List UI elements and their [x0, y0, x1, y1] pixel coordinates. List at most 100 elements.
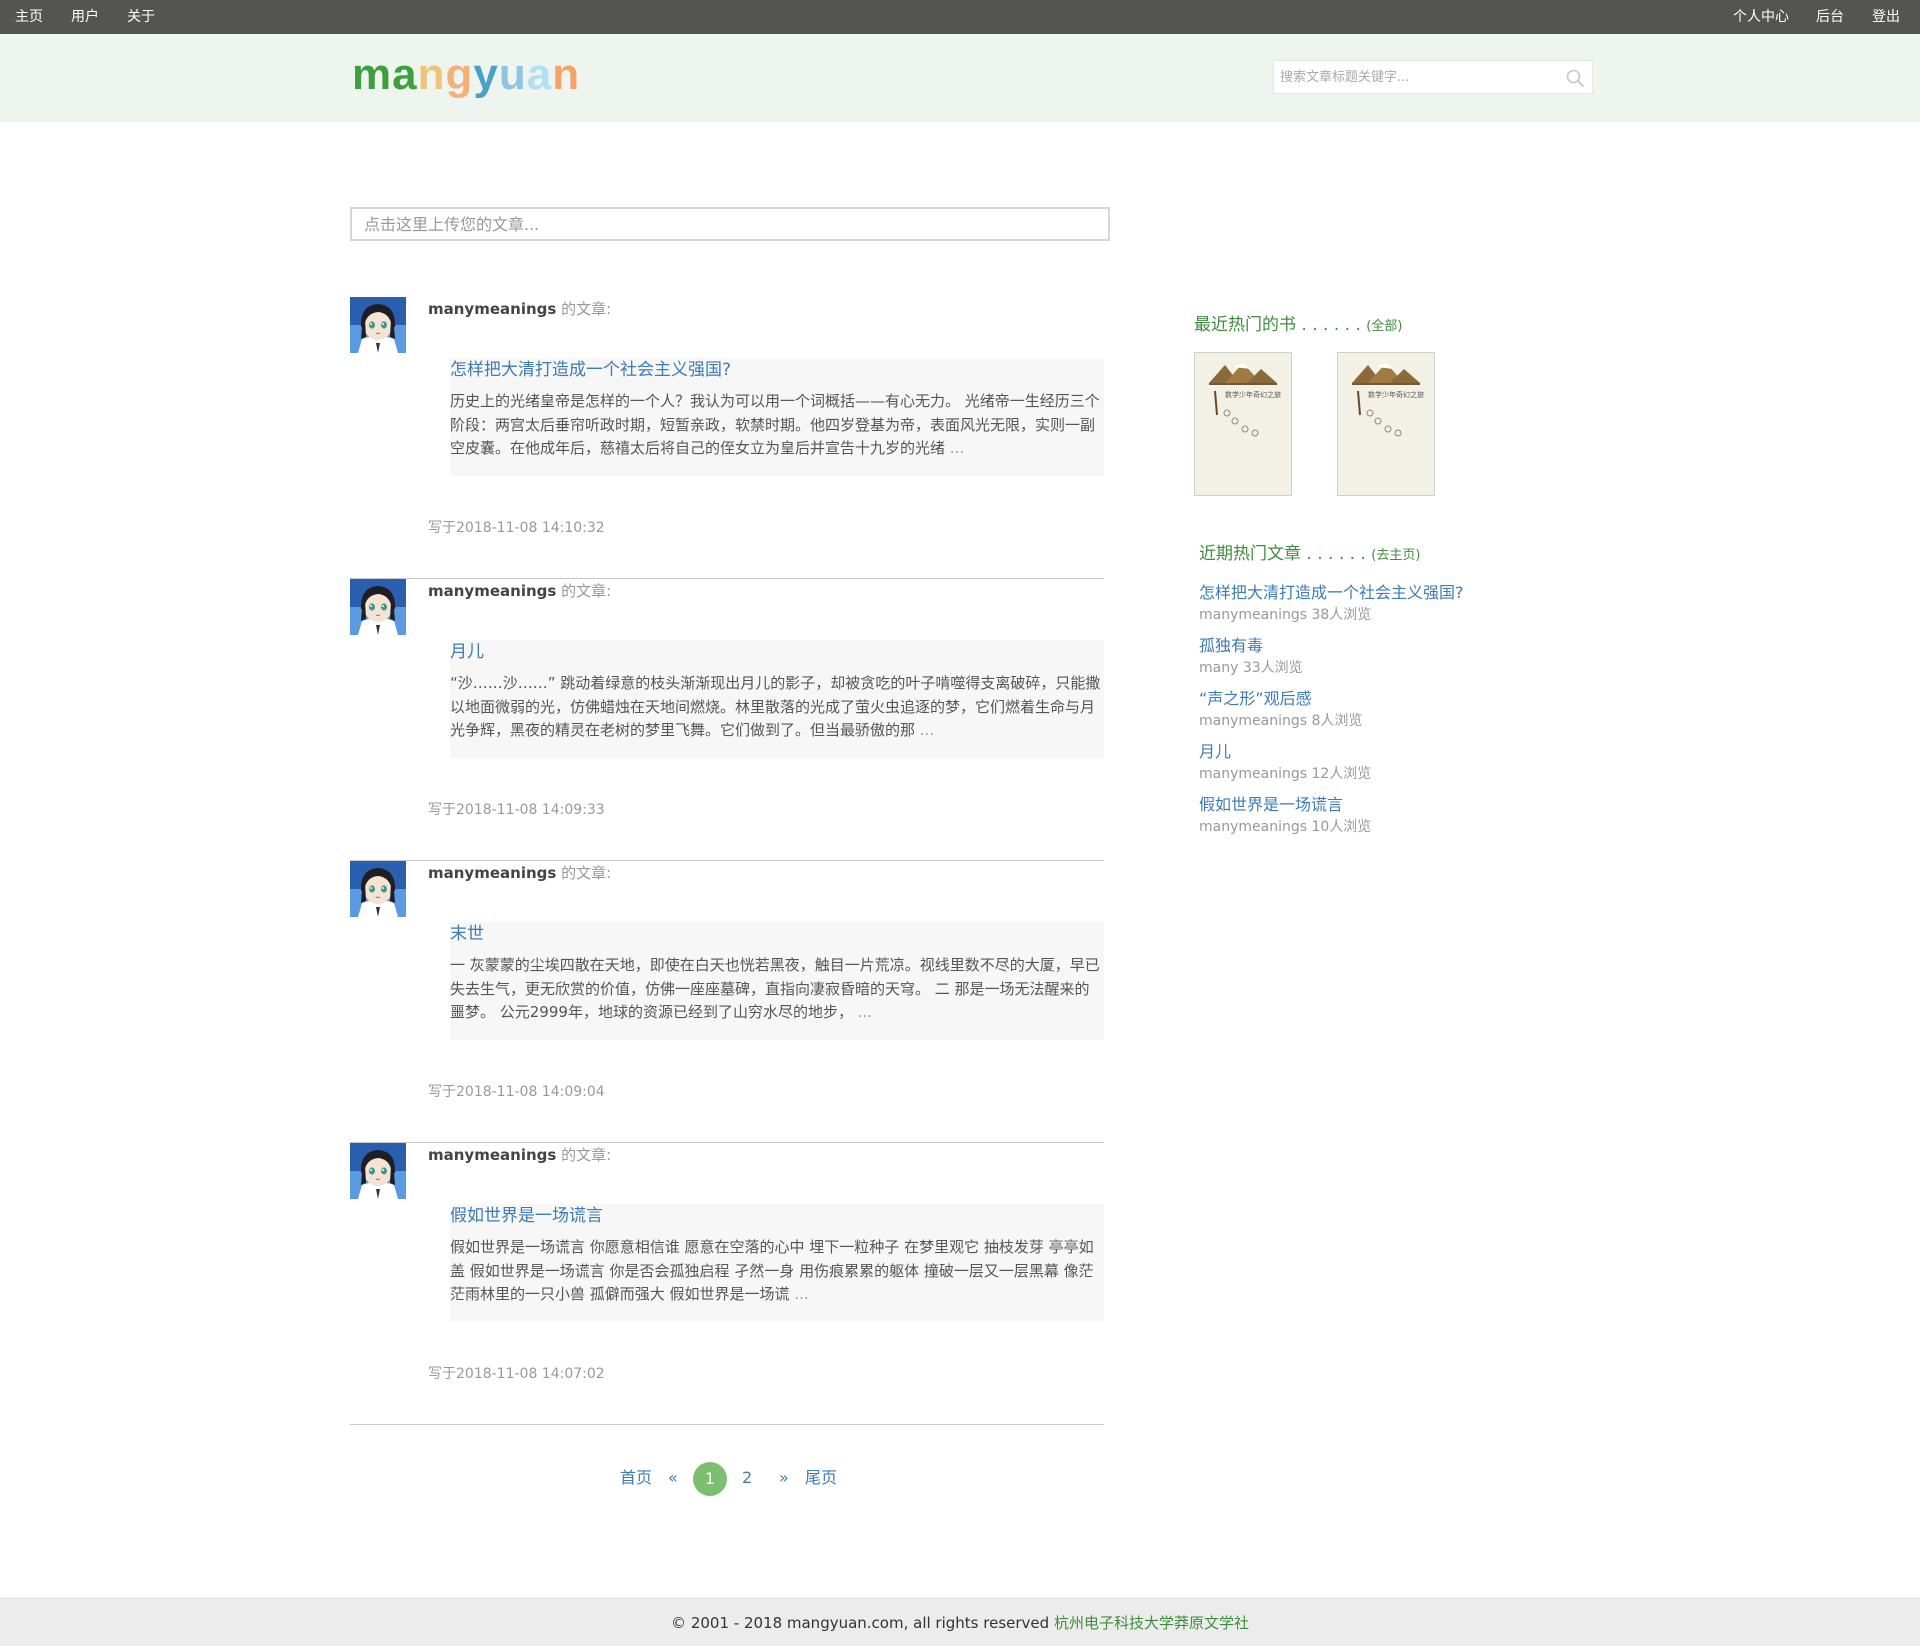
author-suffix: 的文章: — [561, 864, 612, 882]
search-box — [1273, 60, 1593, 94]
read-more-ellipsis: ... — [915, 721, 935, 739]
avatar-image — [350, 861, 406, 917]
hot-article-title[interactable]: 怎样把大清打造成一个社会主义强国? — [1199, 583, 1464, 603]
post-timestamp: 写于2018-11-08 14:09:33 — [428, 802, 605, 818]
author-line: manymeanings 的文章: — [428, 863, 611, 883]
article-item: manymeanings 的文章: 末世 一 灰蒙蒙的尘埃四散在天地，即使在白天… — [350, 861, 1104, 1143]
article-excerpt-box: 假如世界是一场谎言 假如世界是一场谎言 你愿意相信谁 愿意在空落的心中 埋下一粒… — [450, 1204, 1104, 1322]
article-title-link[interactable]: 怎样把大清打造成一个社会主义强国? — [450, 358, 731, 382]
hot-article-title[interactable]: 月儿 — [1199, 742, 1231, 762]
book-cover[interactable]: 数学少年奇幻之旅 — [1337, 352, 1435, 496]
logo-letter: a — [392, 50, 418, 99]
avatar[interactable] — [350, 297, 406, 353]
hot-article-title[interactable]: 孤独有毒 — [1199, 636, 1263, 656]
avatar[interactable] — [350, 1143, 406, 1199]
nav-profile-link[interactable]: 个人中心 — [1733, 0, 1789, 34]
article-excerpt-box: 末世 一 灰蒙蒙的尘埃四散在天地，即使在白天也恍若黑夜，触目一片荒凉。视线里数不… — [450, 922, 1104, 1040]
article-excerpt-text: “沙……沙……” 跳动着绿意的枝头渐渐现出月儿的影子，却被贪吃的叶子啃噬得支离破… — [450, 674, 1101, 739]
hot-article-meta: manymeanings 8人浏览 — [1199, 713, 1363, 729]
book-cover-title: 数学少年奇幻之旅 — [1368, 390, 1424, 399]
book-cover-title: 数学少年奇幻之旅 — [1225, 390, 1281, 399]
nav-logout-link[interactable]: 登出 — [1872, 0, 1900, 34]
author-suffix: 的文章: — [561, 300, 612, 318]
post-timestamp: 写于2018-11-08 14:10:32 — [428, 520, 605, 536]
upload-article-input[interactable] — [350, 207, 1110, 241]
read-more-ellipsis: ... — [945, 439, 965, 457]
nav-admin-link[interactable]: 后台 — [1816, 0, 1844, 34]
hot-books-heading: 最近热门的书 . . . . . . (全部) — [1194, 314, 1402, 338]
logo-letter: m — [352, 50, 393, 99]
author-line: manymeanings 的文章: — [428, 299, 611, 319]
footer-org-name: 杭州电子科技大学莽原文学社 — [1053, 1614, 1249, 1632]
footer-copyright: © 2001 - 2018 mangyuan.com, all rights r… — [671, 1614, 1054, 1632]
author-suffix: 的文章: — [561, 582, 612, 600]
avatar-image — [350, 1143, 406, 1199]
hot-article-meta: manymeanings 10人浏览 — [1199, 819, 1372, 835]
hot-books-heading-text: 最近热门的书 . . . . . . — [1194, 315, 1361, 335]
hot-articles-home-link[interactable]: (去主页) — [1371, 548, 1420, 563]
logo-letter: u — [498, 50, 527, 99]
hot-article-meta: manymeanings 12人浏览 — [1199, 766, 1372, 782]
article-excerpt: 历史上的光绪皇帝是怎样的一个人？我认为可以用一个词概括——有心无力。 光绪帝一生… — [450, 390, 1104, 461]
pagination-last[interactable]: 尾页 — [805, 1462, 837, 1494]
nav-about-link[interactable]: 关于 — [127, 0, 155, 34]
avatar[interactable] — [350, 579, 406, 635]
book-cover-illustration: 数学少年奇幻之旅 — [1195, 353, 1291, 495]
avatar[interactable] — [350, 861, 406, 917]
author-name[interactable]: manymeanings — [428, 582, 556, 600]
article-excerpt-text: 一 灰蒙蒙的尘埃四散在天地，即使在白天也恍若黑夜，触目一片荒凉。视线里数不尽的大… — [450, 956, 1100, 1021]
hot-books-all-link[interactable]: (全部) — [1366, 319, 1402, 334]
article-excerpt: 一 灰蒙蒙的尘埃四散在天地，即使在白天也恍若黑夜，触目一片荒凉。视线里数不尽的大… — [450, 954, 1104, 1025]
author-name[interactable]: manymeanings — [428, 300, 556, 318]
article-excerpt: 假如世界是一场谎言 你愿意相信谁 愿意在空落的心中 埋下一粒种子 在梦里观它 抽… — [450, 1236, 1104, 1307]
logo-letter: n — [552, 50, 581, 99]
logo-letter: y — [473, 50, 499, 99]
author-name[interactable]: manymeanings — [428, 864, 556, 882]
author-line: manymeanings 的文章: — [428, 1145, 611, 1165]
site-footer: © 2001 - 2018 mangyuan.com, all rights r… — [0, 1597, 1920, 1646]
article-title-link[interactable]: 月儿 — [450, 640, 484, 664]
hot-article-meta: many 33人浏览 — [1199, 660, 1303, 676]
author-suffix: 的文章: — [561, 1146, 612, 1164]
nav-home-link[interactable]: 主页 — [15, 0, 43, 34]
logo-letter: n — [417, 50, 446, 99]
book-cover[interactable]: 数学少年奇幻之旅 — [1194, 352, 1292, 496]
hot-articles-heading: 近期热门文章 . . . . . . (去主页) — [1199, 543, 1420, 567]
top-nav-bar: 主页 用户 关于 个人中心 后台 登出 — [0, 0, 1920, 34]
article-title-link[interactable]: 末世 — [450, 922, 484, 946]
avatar-image — [350, 579, 406, 635]
article-item: manymeanings 的文章: 月儿 “沙……沙……” 跳动着绿意的枝头渐渐… — [350, 579, 1104, 861]
pagination-prev[interactable]: « — [668, 1462, 678, 1494]
logo-letter: a — [526, 50, 553, 99]
article-excerpt: “沙……沙……” 跳动着绿意的枝头渐渐现出月儿的影子，却被贪吃的叶子啃噬得支离破… — [450, 672, 1104, 743]
site-header: mangyuan — [0, 34, 1920, 122]
post-timestamp: 写于2018-11-08 14:07:02 — [428, 1366, 605, 1382]
article-title-link[interactable]: 假如世界是一场谎言 — [450, 1204, 603, 1228]
article-excerpt-text: 假如世界是一场谎言 你愿意相信谁 愿意在空落的心中 埋下一粒种子 在梦里观它 抽… — [450, 1238, 1094, 1303]
hot-article-meta: manymeanings 38人浏览 — [1199, 607, 1372, 623]
author-name[interactable]: manymeanings — [428, 1146, 556, 1164]
search-icon[interactable] — [1566, 69, 1584, 87]
read-more-ellipsis: ... — [789, 1285, 809, 1303]
article-excerpt-text: 历史上的光绪皇帝是怎样的一个人？我认为可以用一个词概括——有心无力。 光绪帝一生… — [450, 392, 1100, 457]
pagination-next[interactable]: » — [779, 1462, 789, 1494]
pagination-page-2[interactable]: 2 — [742, 1462, 752, 1494]
article-excerpt-box: 怎样把大清打造成一个社会主义强国? 历史上的光绪皇帝是怎样的一个人？我认为可以用… — [450, 358, 1104, 476]
author-line: manymeanings 的文章: — [428, 581, 611, 601]
post-timestamp: 写于2018-11-08 14:09:04 — [428, 1084, 605, 1100]
search-input[interactable] — [1274, 61, 1554, 93]
nav-users-link[interactable]: 用户 — [71, 0, 99, 34]
site-logo[interactable]: mangyuan — [352, 50, 580, 100]
hot-articles-heading-text: 近期热门文章 . . . . . . — [1199, 544, 1366, 564]
hot-article-title[interactable]: 假如世界是一场谎言 — [1199, 795, 1343, 815]
book-cover-illustration: 数学少年奇幻之旅 — [1338, 353, 1434, 495]
read-more-ellipsis: ... — [852, 1003, 873, 1021]
avatar-image — [350, 297, 406, 353]
logo-letter: g — [445, 50, 474, 99]
article-item: manymeanings 的文章: 假如世界是一场谎言 假如世界是一场谎言 你愿… — [350, 1143, 1104, 1425]
article-excerpt-box: 月儿 “沙……沙……” 跳动着绿意的枝头渐渐现出月儿的影子，却被贪吃的叶子啃噬得… — [450, 640, 1104, 758]
pagination-current-page[interactable]: 1 — [693, 1462, 727, 1496]
pagination-first[interactable]: 首页 — [620, 1462, 652, 1494]
article-item: manymeanings 的文章: 怎样把大清打造成一个社会主义强国? 历史上的… — [350, 297, 1104, 579]
hot-article-title[interactable]: “声之形”观后感 — [1199, 689, 1312, 709]
